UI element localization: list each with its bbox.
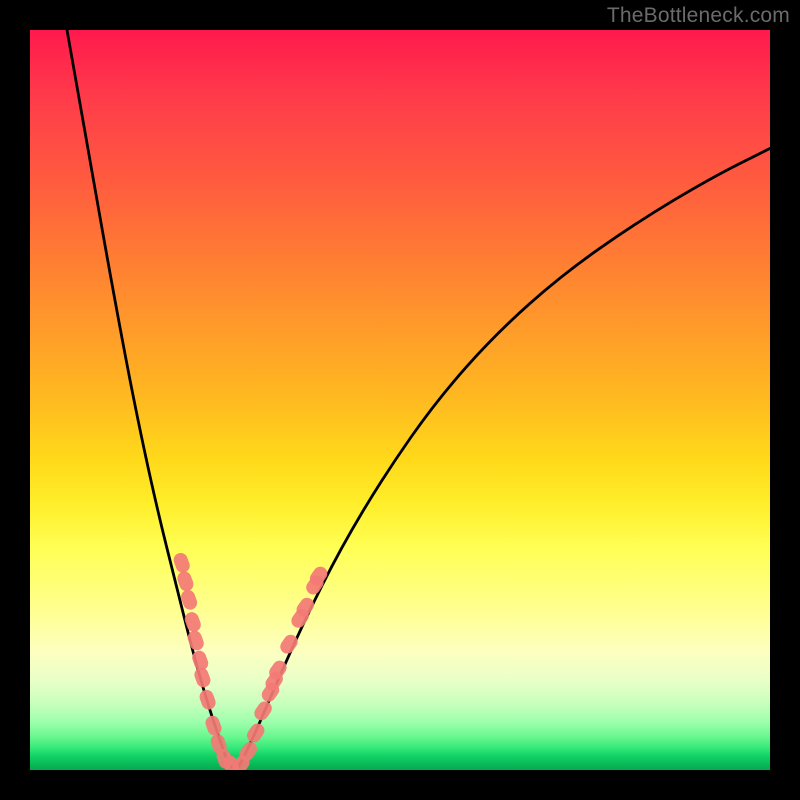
data-point xyxy=(221,754,241,770)
watermark-text: TheBottleneck.com xyxy=(607,4,790,28)
data-point xyxy=(259,680,282,704)
bottleneck-curve xyxy=(67,30,770,770)
data-point xyxy=(172,551,192,575)
data-point xyxy=(307,564,330,588)
chart-frame: TheBottleneck.com xyxy=(0,0,800,800)
data-point xyxy=(266,658,289,682)
data-point xyxy=(186,629,206,653)
data-point xyxy=(183,610,203,634)
data-points xyxy=(172,551,330,770)
data-point xyxy=(209,732,229,756)
chart-svg xyxy=(30,30,770,770)
data-point xyxy=(237,739,260,763)
data-point xyxy=(252,699,275,723)
data-point xyxy=(278,632,301,656)
data-point xyxy=(198,688,218,712)
data-point xyxy=(303,573,326,597)
data-point xyxy=(263,669,286,693)
data-point xyxy=(244,721,267,745)
data-point xyxy=(175,570,195,594)
data-point xyxy=(229,753,252,770)
data-point xyxy=(192,666,212,690)
plot-area xyxy=(30,30,770,770)
data-point xyxy=(294,595,317,619)
curve-segment xyxy=(237,148,770,770)
curve-segment xyxy=(67,30,237,770)
data-point xyxy=(215,747,235,770)
data-point xyxy=(179,588,199,612)
data-point xyxy=(204,714,224,738)
data-point xyxy=(289,606,312,630)
data-point xyxy=(190,649,210,673)
